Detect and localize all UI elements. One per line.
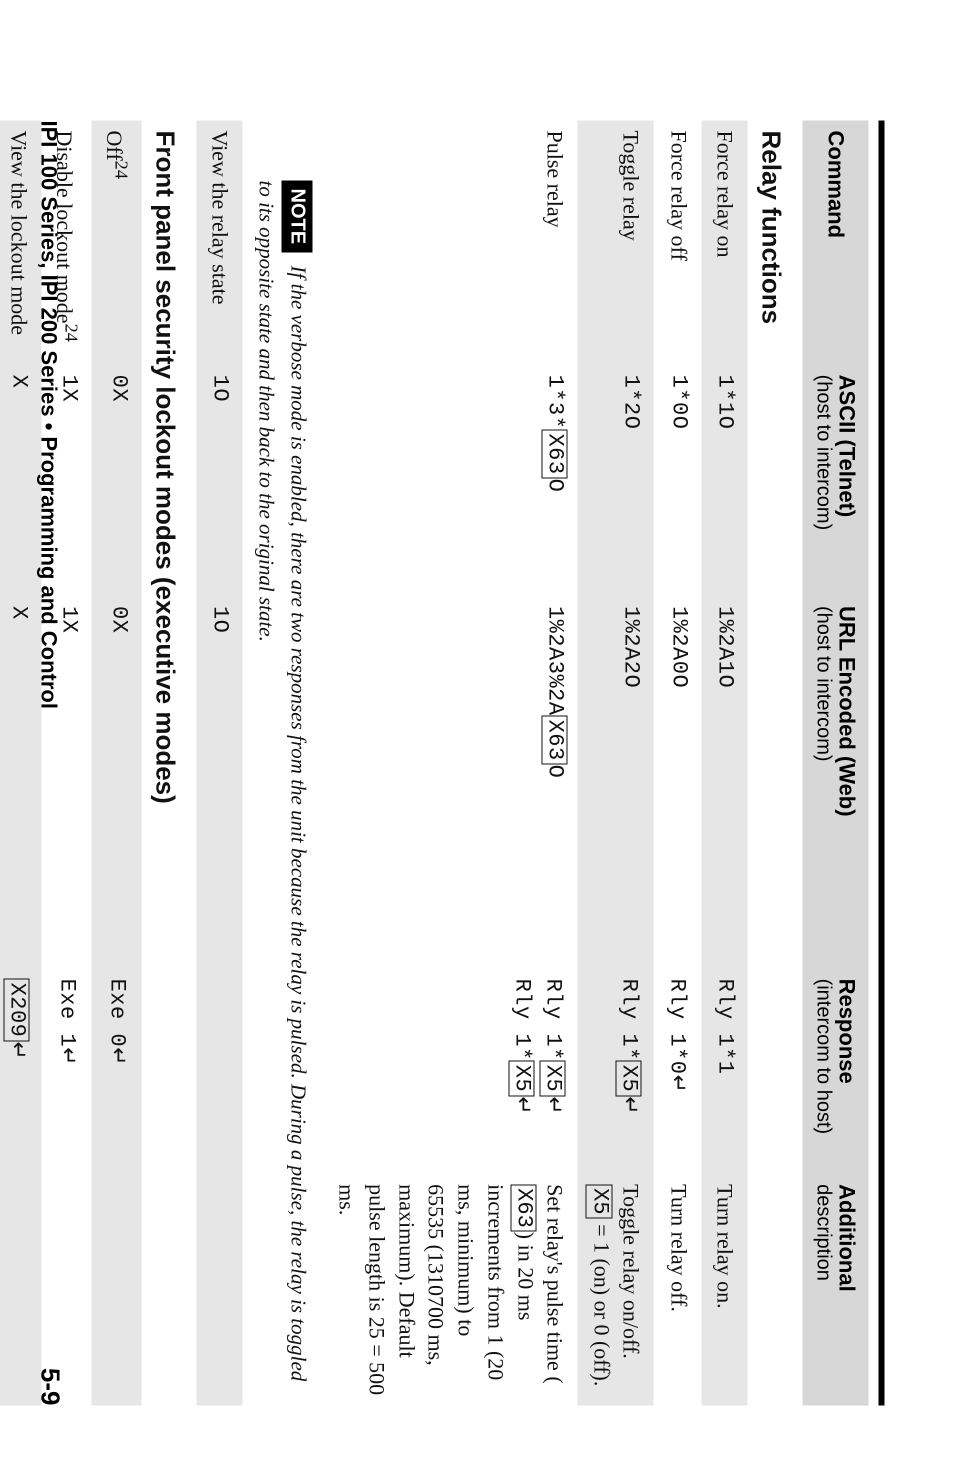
cell-desc	[197, 1174, 243, 1405]
var-x209: X209	[3, 978, 29, 1041]
desc-post: )	[513, 1231, 538, 1238]
page-footer: IPI 100 Series, IPI 200 Series • Program…	[35, 120, 66, 1405]
var-x5: X5	[540, 1060, 566, 1095]
hdr-ascii-text: ASCII (Telnet)	[835, 374, 860, 517]
resp1-pre: Rly 1*	[541, 978, 566, 1060]
hdr-response-text: Response	[835, 978, 860, 1083]
section-security-title: Front panel security lockout modes (exec…	[142, 120, 197, 1405]
cell-ascii: 1*0O	[654, 364, 702, 595]
hdr-desc: Additional description	[802, 1174, 868, 1405]
hdr-command: Command	[802, 120, 868, 364]
ascii-pre: 1*3*	[543, 374, 568, 429]
hdr-url: URL Encoded (Web) (host to intercom)	[802, 595, 868, 968]
resp-pre: Rly 1*	[617, 978, 642, 1060]
url-pre: 1%2A3%2A	[543, 605, 568, 715]
cr-icon: ↵	[619, 1096, 644, 1115]
page: Command ASCII (Telnet) (host to intercom…	[0, 0, 954, 1475]
top-rule	[879, 120, 885, 1405]
cell-url: 1%2A0O	[654, 595, 702, 968]
cell-resp: Rly 1*X5↵ Rly 1*X5↵	[324, 968, 578, 1174]
cell-ascii: 1*3*X63O	[324, 364, 578, 595]
note-badge: NOTE	[282, 180, 313, 252]
cell-url: 1%2A3%2AX63O	[324, 595, 578, 968]
cell-cmd: Force relay off	[654, 120, 702, 364]
hdr-ascii-sub: (host to intercom)	[812, 374, 834, 585]
cell-resp	[197, 968, 243, 1174]
cr-icon: ↵	[543, 1096, 568, 1115]
var-x63: X63	[542, 715, 568, 764]
cell-cmd: Pulse relay	[324, 120, 578, 364]
table-body: Relay functions Force relay on 1*1O 1%2A…	[0, 120, 802, 1405]
cell-desc: Set relay's pulse time ( X63) in 20 ms in…	[324, 1174, 578, 1405]
table-head: Command ASCII (Telnet) (host to intercom…	[802, 120, 868, 1405]
url-post: O	[543, 764, 568, 778]
hdr-ascii: ASCII (Telnet) (host to intercom)	[802, 364, 868, 595]
cell-resp: Rly 1*0↵	[654, 968, 702, 1174]
ascii-post: O	[543, 478, 568, 492]
cell-url: 0X	[91, 595, 141, 968]
cmd-sup: 24	[112, 160, 132, 178]
cr-icon: ↵	[107, 1047, 132, 1066]
cell-resp: Rly 1*1	[702, 968, 748, 1174]
cell-url: 1%2A2O	[578, 595, 654, 968]
cell-desc: Turn relay off.	[654, 1174, 702, 1405]
cell-url: 1O	[197, 595, 243, 968]
rotated-content: Command ASCII (Telnet) (host to intercom…	[1, 0, 954, 1475]
cell-cmd: View the relay state	[197, 120, 243, 364]
desc-line2: = 1 (on) or 0 (off).	[589, 1218, 614, 1386]
cell-cmd: Force relay on	[702, 120, 748, 364]
hdr-desc-sub: description	[812, 1184, 834, 1395]
hdr-command-text: Command	[824, 130, 849, 238]
hdr-response: Response (intercom to host)	[802, 968, 868, 1174]
hdr-url-text: URL Encoded (Web)	[835, 605, 860, 816]
hdr-response-sub: (intercom to host)	[812, 978, 834, 1164]
resp-text: Rly 1*0	[665, 978, 690, 1074]
row-force-on: Force relay on 1*1O 1%2A1O Rly 1*1 Turn …	[702, 120, 748, 1405]
cr-icon: ↵	[511, 1096, 536, 1115]
desc-line1: Toggle relay on/off.	[619, 1184, 644, 1359]
section-relay: Relay functions	[747, 120, 802, 1405]
desc-rest: in 20 ms increments from 1 (20 ms, minim…	[335, 1184, 539, 1395]
footer-title: IPI 100 Series, IPI 200 Series • Program…	[36, 120, 62, 708]
footer-page: 5-9	[35, 1367, 66, 1405]
row-off: Off24 0X 0X Exe 0↵	[91, 120, 141, 1405]
note-text: If the verbose mode is enabled, there ar…	[255, 180, 311, 1381]
row-view-relay: View the relay state 1O 1O	[197, 120, 243, 1405]
row-pulse: Pulse relay 1*3*X63O 1%2A3%2AX63O Rly 1*…	[324, 120, 578, 1405]
cr-icon: ↵	[667, 1074, 692, 1093]
hdr-desc-text: Additional	[835, 1184, 860, 1292]
cr-icon: ↵	[6, 1041, 31, 1060]
cell-ascii: 1*1O	[702, 364, 748, 595]
resp-text: Exe 0	[105, 978, 130, 1047]
var-x63: X63	[542, 429, 568, 478]
var-x5: X5	[586, 1184, 612, 1218]
content-area: Command ASCII (Telnet) (host to intercom…	[1, 0, 954, 1475]
desc-pre: Set relay's pulse time (	[543, 1184, 568, 1383]
cell-resp: Exe 0↵	[91, 968, 141, 1174]
var-x5: X5	[508, 1060, 534, 1095]
section-relay-title: Relay functions	[747, 120, 802, 1405]
hdr-url-sub: (host to intercom)	[812, 605, 834, 958]
row-force-off: Force relay off 1*0O 1%2A0O Rly 1*0↵ Tur…	[654, 120, 702, 1405]
cell-cmd: Toggle relay	[578, 120, 654, 364]
cell-ascii: 1O	[197, 364, 243, 595]
cell-desc: Toggle relay on/off. X5 = 1 (on) or 0 (o…	[578, 1174, 654, 1405]
resp2-pre: Rly 1*	[509, 978, 534, 1060]
row-note: NOTE If the verbose mode is enabled, the…	[242, 120, 324, 1405]
cell-ascii: 1*2O	[578, 364, 654, 595]
cell-desc: Turn relay on.	[702, 1174, 748, 1405]
row-toggle: Toggle relay 1*2O 1%2A2O Rly 1*X5↵ Toggl…	[578, 120, 654, 1405]
cell-url: 1%2A1O	[702, 595, 748, 968]
cell-ascii: 0X	[91, 364, 141, 595]
note-cell: NOTE If the verbose mode is enabled, the…	[242, 120, 324, 1405]
var-x5: X5	[616, 1060, 642, 1095]
cell-resp: Rly 1*X5↵	[578, 968, 654, 1174]
var-x63: X63	[510, 1184, 536, 1232]
command-table: Command ASCII (Telnet) (host to intercom…	[0, 120, 869, 1405]
cell-cmd: Off24	[91, 120, 141, 364]
cmd-base: Off	[102, 130, 127, 160]
cell-desc	[91, 1174, 141, 1405]
section-security: Front panel security lockout modes (exec…	[142, 120, 197, 1405]
